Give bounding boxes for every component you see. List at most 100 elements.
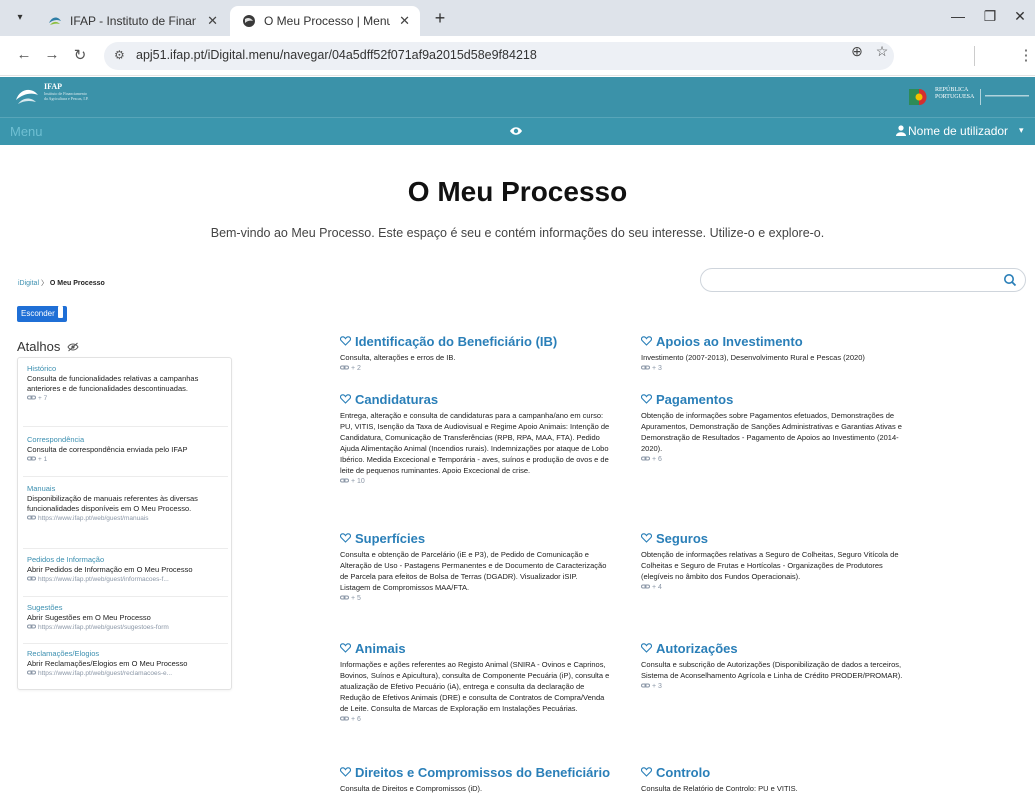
card-identificacao: Identificação do Beneficiário (IB) Consu… [340, 334, 610, 372]
card-meta[interactable]: + 10 [340, 477, 610, 485]
card-title: Apoios ao Investimento [656, 334, 803, 349]
link-icon [340, 365, 349, 370]
url-text[interactable]: apj51.ifap.pt/iDigital.menu/navegar/04a5… [136, 48, 537, 62]
card-desc: Consulta, alterações e erros de IB. [340, 353, 456, 362]
shortcut-item[interactable]: Histórico Consulta de funcionalidades re… [27, 364, 227, 404]
shortcut-meta[interactable]: https://www.ifap.pt/web/guest/reclamacoe… [27, 669, 227, 679]
heart-outline-icon [340, 336, 351, 346]
link-icon [641, 456, 650, 461]
shortcuts-heading: Atalhos [17, 339, 79, 354]
card-title-link[interactable]: Direitos e Compromissos do Beneficiário [340, 765, 640, 781]
shortcut-meta-text: https://www.ifap.pt/web/guest/reclamacoe… [38, 670, 173, 677]
shortcut-title[interactable]: Manuais [27, 484, 227, 494]
shortcut-meta-text: + 7 [38, 395, 48, 402]
card-meta[interactable]: + 5 [340, 594, 610, 602]
eye-icon[interactable] [509, 126, 523, 136]
tab-search-dropdown-icon[interactable]: ▾ [10, 9, 30, 27]
search-input[interactable] [711, 272, 991, 288]
shortcuts-title: Atalhos [17, 339, 61, 354]
zoom-icon[interactable]: ⊕ [848, 43, 866, 60]
shortcut-title[interactable]: Reclamações/Elogios [27, 649, 227, 659]
address-bar[interactable]: ⚙ apj51.ifap.pt/iDigital.menu/navegar/04… [104, 42, 894, 70]
shortcut-item[interactable]: Sugestões Abrir Sugestões em O Meu Proce… [27, 603, 227, 633]
card-title-link[interactable]: Superfícies [340, 531, 610, 547]
hide-shortcuts-button[interactable]: Esconder [17, 306, 67, 322]
card-title-link[interactable]: Autorizações [641, 641, 911, 657]
user-menu-caret-icon[interactable]: ▾ [1019, 125, 1024, 136]
tab-ifap[interactable]: IFAP - Instituto de Financiamen ✕ [36, 6, 228, 36]
back-arrow-icon[interactable]: ← [14, 46, 34, 63]
shortcut-title[interactable]: Correspondência [27, 435, 227, 445]
reload-icon[interactable]: ↻ [70, 46, 90, 64]
new-tab-button[interactable]: + [430, 8, 450, 29]
shortcut-item[interactable]: Pedidos de Informação Abrir Pedidos de I… [27, 555, 227, 585]
close-window-icon[interactable]: ✕ [1010, 8, 1030, 25]
shortcuts-panel: Histórico Consulta de funcionalidades re… [17, 357, 232, 690]
card-title-link[interactable]: Animais [340, 641, 610, 657]
gov-subtitle-lines-icon [985, 95, 1029, 97]
bookmark-star-icon[interactable]: ☆ [873, 43, 891, 60]
shortcut-desc: Abrir Sugestões em O Meu Processo [27, 613, 151, 622]
card-meta[interactable]: + 3 [641, 682, 911, 690]
shortcut-item[interactable]: Reclamações/Elogios Abrir Reclamações/El… [27, 649, 227, 679]
browser-menu-icon[interactable]: ⋮ [1016, 46, 1035, 64]
card-title-link[interactable]: Identificação do Beneficiário (IB) [340, 334, 610, 350]
card-controlo: Controlo Consulta de Relatório de Contro… [641, 765, 911, 794]
shortcut-meta[interactable]: https://www.ifap.pt/web/guest/sugestoes-… [27, 623, 227, 633]
link-icon [340, 478, 349, 483]
site-info-icon[interactable]: ⚙ [114, 48, 125, 62]
card-meta[interactable]: + 6 [340, 715, 610, 723]
card-meta[interactable]: + 2 [340, 364, 610, 372]
card-desc: Obtenção de informações relativas a Segu… [641, 550, 899, 581]
card-autorizacoes: Autorizações Consulta e subscrição de Au… [641, 641, 911, 690]
tab-meu-processo[interactable]: O Meu Processo | Menu ✕ [230, 6, 420, 36]
breadcrumb: iDigital 〉 O Meu Processo [18, 278, 105, 288]
close-tab-icon[interactable]: ✕ [399, 6, 410, 36]
person-icon [896, 125, 906, 136]
eye-slash-icon[interactable] [67, 342, 79, 352]
card-title-link[interactable]: Apoios ao Investimento [641, 334, 911, 350]
search-icon[interactable] [1003, 273, 1017, 287]
card-meta-text: + 2 [351, 365, 361, 372]
shortcut-item[interactable]: Correspondência Consulta de correspondên… [27, 435, 227, 465]
shortcut-meta[interactable]: https://www.ifap.pt/web/guest/manuais [27, 514, 227, 524]
link-icon [27, 456, 36, 461]
shortcut-title[interactable]: Sugestões [27, 603, 227, 613]
card-meta-text: + 6 [351, 716, 361, 723]
card-meta[interactable]: + 6 [641, 455, 911, 463]
minimize-window-icon[interactable]: — [948, 8, 968, 24]
shortcut-title[interactable]: Histórico [27, 364, 227, 374]
link-icon [27, 670, 36, 675]
shortcut-divider [23, 548, 228, 549]
card-meta-text: + 10 [351, 478, 365, 485]
close-tab-icon[interactable]: ✕ [207, 6, 218, 36]
page-intro: Bem-vindo ao Meu Processo. Este espaço é… [210, 226, 825, 240]
shortcut-desc: Abrir Reclamações/Elogios em O Meu Proce… [27, 659, 188, 668]
card-title: Identificação do Beneficiário (IB) [355, 334, 558, 349]
card-title-link[interactable]: Controlo [641, 765, 911, 781]
menu-button[interactable]: Menu [10, 124, 43, 139]
heart-outline-icon [340, 533, 351, 543]
card-meta[interactable]: + 3 [641, 364, 911, 372]
gov-logo-divider [980, 89, 981, 105]
gov-logo-text: REPÚBLICA PORTUGUESA [935, 87, 974, 101]
shortcut-title[interactable]: Pedidos de Informação [27, 555, 227, 565]
shortcut-desc: Consulta de funcionalidades relativas a … [27, 374, 199, 393]
card-desc: Consulta e subscrição de Autorizações (D… [641, 660, 903, 680]
forward-arrow-icon[interactable]: → [42, 46, 62, 63]
shortcut-meta-text: https://www.ifap.pt/web/guest/sugestoes-… [38, 624, 169, 631]
card-meta-text: + 3 [652, 683, 662, 690]
heart-outline-icon [641, 533, 652, 543]
card-title: Animais [355, 641, 406, 656]
breadcrumb-root-link[interactable]: iDigital [18, 280, 39, 287]
card-title-link[interactable]: Seguros [641, 531, 911, 547]
restore-window-icon[interactable]: ❐ [980, 8, 1000, 25]
card-title-link[interactable]: Candidaturas [340, 392, 610, 408]
ifap-logo-icon[interactable] [14, 83, 40, 109]
card-meta-text: + 3 [652, 365, 662, 372]
card-title-link[interactable]: Pagamentos [641, 392, 911, 408]
shortcut-meta[interactable]: https://www.ifap.pt/web/guest/informacoe… [27, 575, 227, 585]
user-menu[interactable]: Nome de utilizador [896, 124, 1008, 138]
card-meta[interactable]: + 4 [641, 583, 911, 591]
shortcut-item[interactable]: Manuais Disponibilização de manuais refe… [27, 484, 227, 524]
